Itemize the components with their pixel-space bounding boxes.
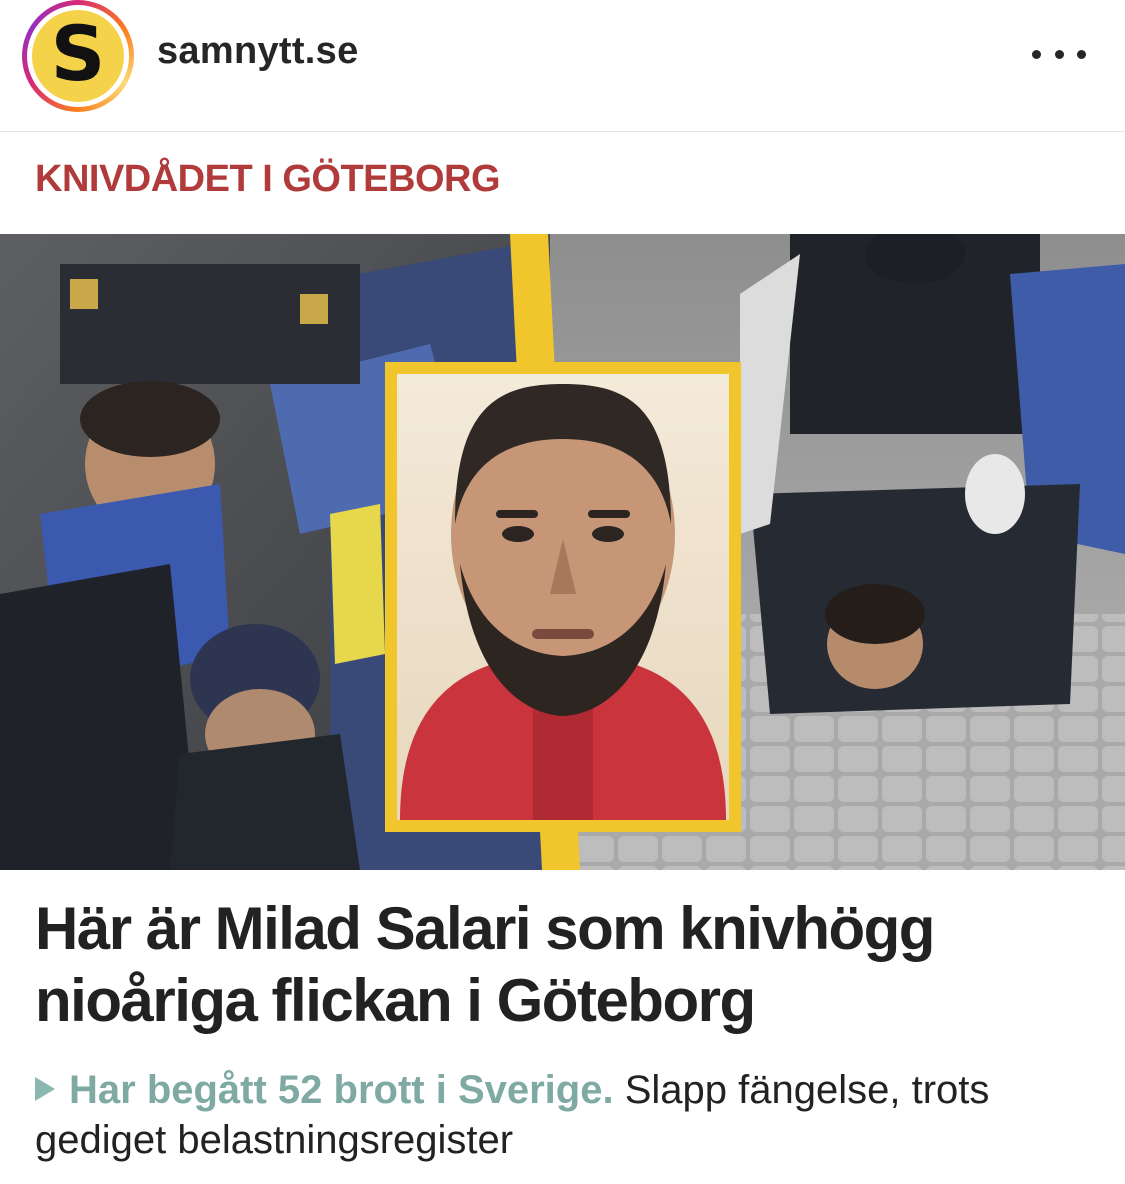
subheadline-highlight: Har begått 52 brott i Sverige. (69, 1068, 614, 1112)
dot (1077, 49, 1086, 59)
article-photo[interactable] (0, 234, 1125, 870)
account-avatar[interactable]: S (22, 0, 134, 112)
samnytt-logo-icon: S (32, 10, 124, 102)
play-arrow-icon (35, 1077, 55, 1101)
section-label: KNIVDÅDET I GÖTEBORG (35, 158, 501, 200)
subheadline: Har begått 52 brott i Sverige. Slapp fän… (35, 1065, 1105, 1165)
avatar-letter: S (50, 9, 106, 98)
headline[interactable]: Här är Milad Salari som knivhögg nioårig… (35, 893, 1095, 1037)
dot (1032, 49, 1041, 59)
photo-collage (0, 234, 1125, 870)
account-name[interactable]: samnytt.se (157, 30, 359, 73)
post-header: S samnytt.se (0, 0, 1125, 132)
more-options-icon[interactable] (1032, 42, 1086, 66)
dot (1054, 49, 1064, 59)
